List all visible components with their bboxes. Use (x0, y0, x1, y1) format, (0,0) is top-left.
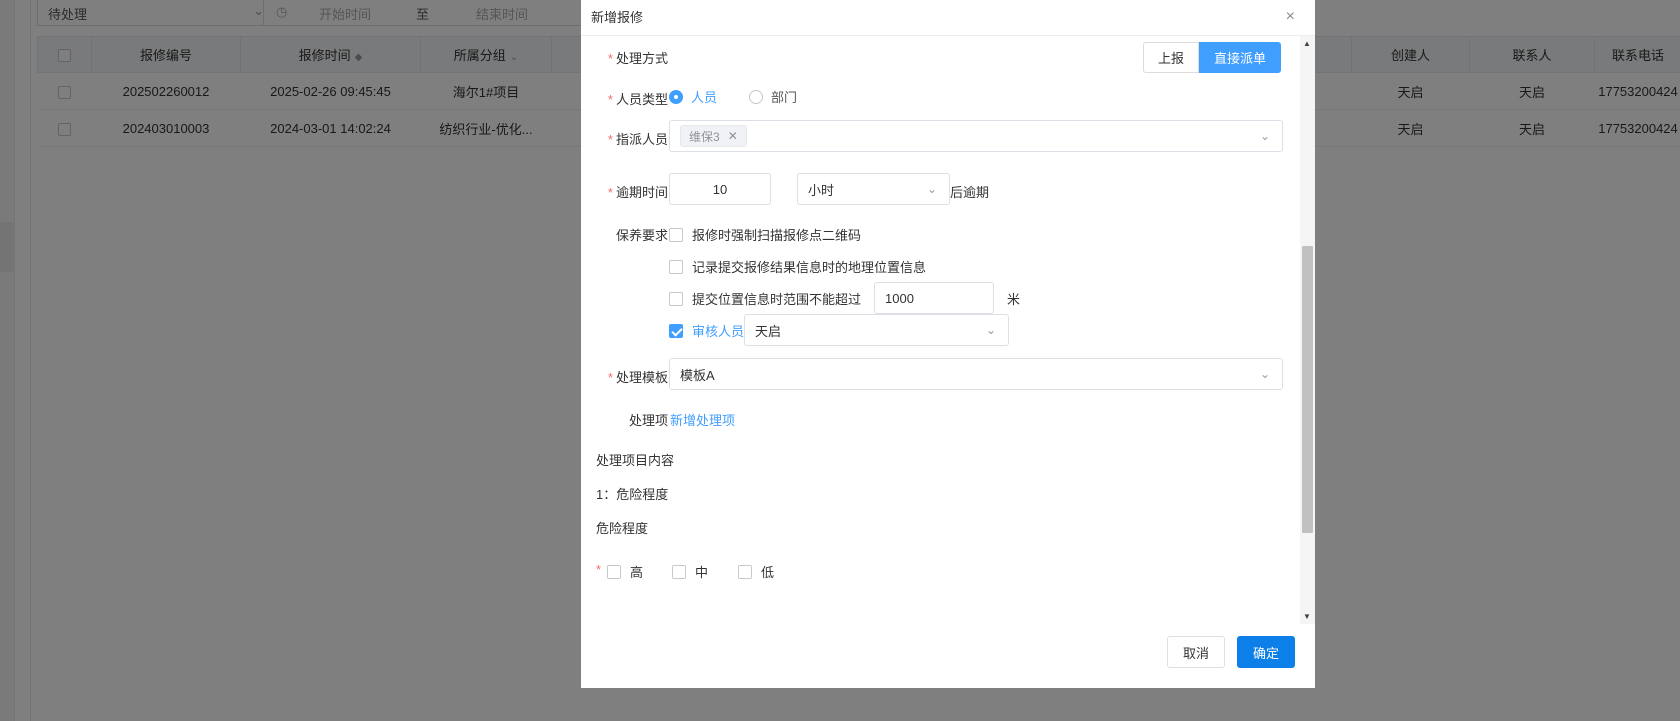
reviewer-label: 审核人员 (692, 324, 745, 339)
chevron-down-icon: ⌄ (985, 323, 996, 337)
scroll-thumb[interactable] (1302, 246, 1313, 533)
handle-method-group: 上报 直接派单 (1143, 42, 1282, 73)
danger-medium-label: 中 (695, 565, 709, 580)
scan-qr-label: 报修时强制扫描报修点二维码 (692, 228, 862, 243)
overdue-label: * 逾期时间 (607, 185, 668, 200)
danger-title: 危险程度 (596, 521, 649, 536)
radio-dot (749, 89, 763, 104)
danger-required-mark: * (596, 562, 602, 577)
record-location-label: 记录提交报修结果信息时的地理位置信息 (692, 260, 927, 275)
checkbox-box (672, 564, 686, 579)
dialog-title: 新增报修 (591, 10, 644, 25)
checkbox-box (607, 564, 621, 579)
danger-low-label: 低 (761, 565, 775, 580)
overdue-value-input[interactable]: 10 (669, 173, 771, 205)
overdue-row: * 逾期时间 10 小时 ⌄ 后逾期 (581, 173, 1300, 209)
radio-department[interactable]: 部门 (749, 87, 797, 106)
scroll-up-icon[interactable]: ▲ (1303, 39, 1311, 48)
add-process-item-link[interactable]: 新增处理项 (670, 410, 735, 429)
checkbox-box (669, 227, 683, 242)
chevron-down-icon: ⌄ (1259, 367, 1270, 381)
chevron-down-icon: ⌄ (926, 182, 937, 196)
assign-row: * 指派人员 维保3 ✕ ⌄ (581, 120, 1300, 156)
radio-dot (669, 89, 683, 104)
person-type-row: * 人员类型 人员 部门 (581, 80, 1300, 110)
overdue-unit-select[interactable]: 小时 ⌄ (797, 173, 950, 205)
remove-tag-icon[interactable]: ✕ (728, 129, 738, 143)
assignee-tag-label: 维保3 (689, 129, 720, 144)
checkbox-box (738, 564, 752, 579)
range-value-input[interactable]: 1000 (874, 282, 994, 314)
assignee-tag: 维保3 ✕ (680, 125, 747, 147)
dialog-footer: 取消 确定 (581, 624, 1315, 688)
direct-dispatch-button[interactable]: 直接派单 (1199, 42, 1282, 73)
person-type-label: * 人员类型 (607, 92, 668, 107)
content-item: 1：危险程度 (596, 487, 669, 502)
radio-person[interactable]: 人员 (669, 87, 717, 106)
scan-qr-checkbox[interactable]: 报修时强制扫描报修点二维码 (669, 225, 861, 244)
location-range-checkbox[interactable]: 提交位置信息时范围不能超过 (669, 289, 861, 308)
handle-method-row: * 处理方式 上报 直接派单 (581, 36, 1300, 76)
record-location-checkbox[interactable]: 记录提交报修结果信息时的地理位置信息 (669, 257, 926, 276)
handle-method-label: * 处理方式 (607, 51, 668, 66)
new-repair-dialog: 新增报修 × * 处理方式 上报 直接派单 * 人员类型 人员 部门 * 指派人员 维 (581, 0, 1315, 688)
checkbox-box (669, 259, 683, 274)
template-value: 模板A (680, 367, 715, 383)
danger-medium-checkbox[interactable]: 中 (672, 562, 708, 581)
reviewer-value: 天启 (755, 323, 782, 339)
overdue-suffix: 后逾期 (950, 185, 990, 200)
radio-department-label: 部门 (771, 90, 798, 105)
dialog-scrollbar[interactable]: ▲ ▼ (1300, 36, 1315, 624)
location-range-label: 提交位置信息时范围不能超过 (692, 292, 862, 307)
checkbox-box (669, 291, 683, 306)
template-select[interactable]: 模板A ⌄ (669, 358, 1283, 390)
danger-high-label: 高 (630, 565, 644, 580)
close-icon[interactable]: × (1286, 7, 1295, 27)
reviewer-select[interactable]: 天启 ⌄ (744, 314, 1009, 346)
maintenance-label: 保养要求 (615, 228, 668, 243)
content-title: 处理项目内容 (596, 453, 675, 468)
assign-label: * 指派人员 (607, 132, 668, 147)
range-unit: 米 (1007, 292, 1021, 307)
process-item-label: 处理项 (628, 413, 668, 428)
chevron-down-icon: ⌄ (1259, 129, 1270, 143)
checkbox-box (669, 323, 683, 338)
scroll-down-icon[interactable]: ▼ (1303, 612, 1311, 621)
danger-high-checkbox[interactable]: 高 (607, 562, 643, 581)
confirm-button[interactable]: 确定 (1237, 636, 1295, 668)
overdue-unit-value: 小时 (808, 182, 835, 198)
radio-person-label: 人员 (691, 90, 718, 105)
dialog-body: * 处理方式 上报 直接派单 * 人员类型 人员 部门 * 指派人员 维保3 ✕ ⌄ (581, 36, 1300, 624)
dialog-header: 新增报修 × (581, 0, 1315, 36)
danger-low-checkbox[interactable]: 低 (738, 562, 774, 581)
reviewer-checkbox[interactable]: 审核人员 (669, 321, 744, 340)
template-label: * 处理模板 (607, 370, 668, 385)
assign-select[interactable]: 维保3 ✕ ⌄ (669, 120, 1283, 152)
template-row: * 处理模板 模板A ⌄ (581, 358, 1300, 394)
report-button[interactable]: 上报 (1143, 42, 1200, 73)
cancel-button[interactable]: 取消 (1167, 636, 1225, 668)
